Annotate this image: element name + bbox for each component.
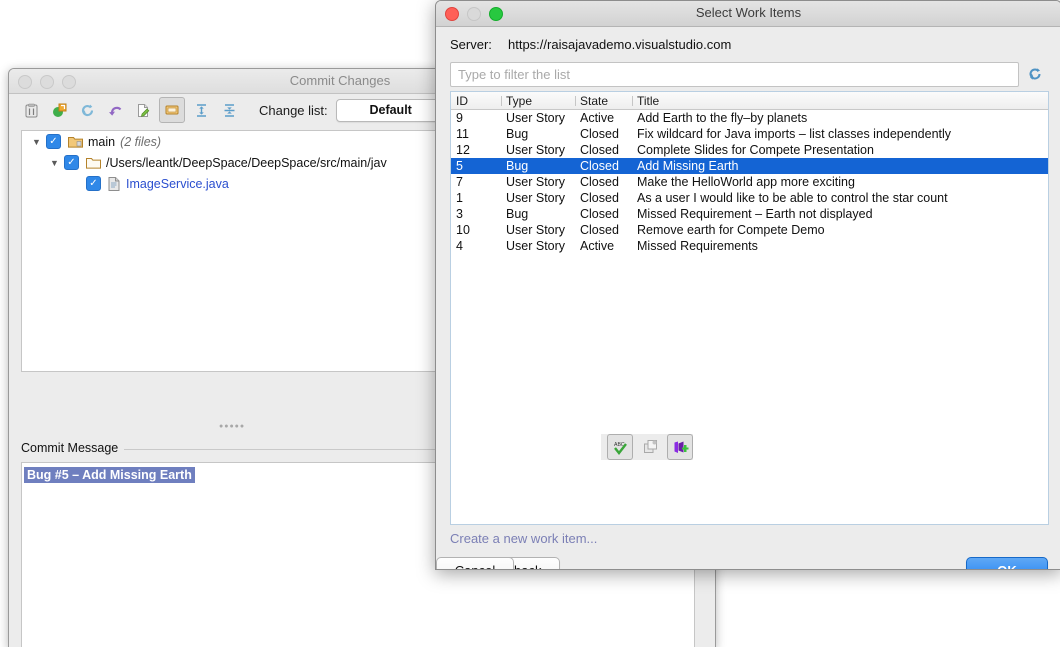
filter-input[interactable]: Type to filter the list [450, 62, 1019, 87]
cell-title: Missed Requirements [632, 239, 1048, 253]
server-url: https://raisajavademo.visualstudio.com [508, 37, 731, 52]
cell-state: Closed [575, 143, 632, 157]
cell-id: 3 [451, 207, 501, 221]
refresh-icon[interactable] [1024, 62, 1046, 85]
cell-title: Add Missing Earth [632, 159, 1048, 173]
cell-type: Bug [501, 127, 575, 141]
table-row[interactable]: 4User StoryActiveMissed Requirements [451, 238, 1048, 254]
table-row[interactable]: 5BugClosedAdd Missing Earth [451, 158, 1048, 174]
ok-button[interactable]: OK [966, 557, 1048, 570]
cell-type: User Story [501, 223, 575, 237]
cell-title: Make the HelloWorld app more exciting [632, 175, 1048, 189]
cell-state: Closed [575, 191, 632, 205]
file-name[interactable]: ImageService.java [126, 177, 229, 191]
changelist-control: Change list: Default ▴▾ [259, 99, 446, 122]
cancel-button-label: Cancel [455, 563, 495, 570]
column-header-id[interactable]: ID [451, 94, 501, 108]
changelist-value: Default [369, 103, 411, 117]
table-row[interactable]: 1User StoryClosedAs a user I would like … [451, 190, 1048, 206]
cell-type: User Story [501, 143, 575, 157]
java-file-icon [108, 177, 120, 191]
cell-type: User Story [501, 175, 575, 189]
spellcheck-icon[interactable]: ABC [607, 434, 633, 460]
splitter-grip[interactable]: ●●●●● [219, 423, 245, 430]
cell-id: 10 [451, 223, 501, 237]
cell-type: Bug [501, 207, 575, 221]
cell-id: 4 [451, 239, 501, 253]
screen: Commit Changes [0, 0, 1060, 647]
cell-title: As a user I would like to be able to con… [632, 191, 1048, 205]
disclosure-triangle-icon[interactable]: ▼ [50, 158, 64, 168]
cell-id: 11 [451, 127, 501, 141]
changelist-name: main [88, 135, 115, 149]
cell-state: Closed [575, 223, 632, 237]
cell-type: User Story [501, 239, 575, 253]
checkbox-directory[interactable]: ✓ [64, 155, 79, 170]
commit-message-label: Commit Message [21, 441, 124, 455]
cancel-button[interactable]: Cancel [436, 557, 514, 570]
cell-state: Closed [575, 127, 632, 141]
changelist-select[interactable]: Default ▴▾ [336, 99, 446, 122]
directory-path: /Users/leantk/DeepSpace/DeepSpace/src/ma… [106, 156, 387, 170]
dialog-body: Server: https://raisajavademo.visualstud… [436, 27, 1060, 570]
table-row[interactable]: 11BugClosedFix wildcard for Java imports… [451, 126, 1048, 142]
table-row[interactable]: 12User StoryClosedComplete Slides for Co… [451, 142, 1048, 158]
cell-type: User Story [501, 111, 575, 125]
dialog-title: Select Work Items [436, 5, 1060, 20]
collapse-all-icon[interactable] [217, 98, 241, 122]
work-items-table[interactable]: ID Type State Title 9User StoryActiveAdd… [450, 91, 1049, 525]
changelist-label: Change list: [259, 103, 328, 118]
column-header-type[interactable]: Type [501, 94, 575, 108]
filter-placeholder: Type to filter the list [458, 67, 570, 82]
cell-state: Closed [575, 207, 632, 221]
expand-all-icon[interactable] [189, 98, 213, 122]
cell-id: 1 [451, 191, 501, 205]
checkbox-changelist[interactable]: ✓ [46, 134, 61, 149]
folder-icon [86, 156, 101, 169]
commit-message-value: Bug #5 – Add Missing Earth [24, 467, 195, 483]
cell-state: Closed [575, 175, 632, 189]
ok-button-label: OK [997, 563, 1017, 570]
table-body: 9User StoryActiveAdd Earth to the fly–by… [451, 110, 1048, 254]
refresh-icon[interactable] [19, 98, 43, 122]
cell-title: Missed Requirement – Earth not displayed [632, 207, 1048, 221]
column-header-state[interactable]: State [575, 94, 632, 108]
work-item-icon[interactable] [667, 434, 693, 460]
commit-message-toolbar: ABC [601, 434, 693, 460]
server-label: Server: [450, 37, 508, 52]
cell-title: Add Earth to the fly–by planets [632, 111, 1048, 125]
changelist-file-count: (2 files) [120, 135, 161, 149]
changelist-folder-icon [68, 135, 83, 148]
history-icon[interactable] [638, 434, 662, 458]
cell-state: Active [575, 239, 632, 253]
cell-type: User Story [501, 191, 575, 205]
cell-title: Fix wildcard for Java imports – list cla… [632, 127, 1048, 141]
table-row[interactable]: 9User StoryActiveAdd Earth to the fly–by… [451, 110, 1048, 126]
disclosure-triangle-icon[interactable]: ▼ [32, 137, 46, 147]
table-row[interactable]: 10User StoryClosedRemove earth for Compe… [451, 222, 1048, 238]
cell-title: Remove earth for Compete Demo [632, 223, 1048, 237]
revert-icon[interactable] [103, 98, 127, 122]
dialog-titlebar[interactable]: Select Work Items [436, 1, 1060, 27]
group-by-directory-icon[interactable] [159, 97, 185, 123]
table-header-row: ID Type State Title [451, 92, 1048, 110]
table-row[interactable]: 3BugClosedMissed Requirement – Earth not… [451, 206, 1048, 222]
cell-type: Bug [501, 159, 575, 173]
cell-id: 12 [451, 143, 501, 157]
server-row: Server: https://raisajavademo.visualstud… [450, 37, 731, 52]
cell-id: 5 [451, 159, 501, 173]
commit-push-icon[interactable] [47, 98, 71, 122]
cell-title: Complete Slides for Compete Presentation [632, 143, 1048, 157]
cell-state: Active [575, 111, 632, 125]
rollback-icon[interactable] [75, 98, 99, 122]
select-work-items-dialog[interactable]: Select Work Items Server: https://raisaj… [435, 0, 1060, 570]
cell-id: 7 [451, 175, 501, 189]
cell-state: Closed [575, 159, 632, 173]
table-row[interactable]: 7User StoryClosedMake the HelloWorld app… [451, 174, 1048, 190]
cell-id: 9 [451, 111, 501, 125]
create-work-item-link[interactable]: Create a new work item... [450, 531, 597, 546]
checkbox-file[interactable]: ✓ [86, 176, 101, 191]
column-header-title[interactable]: Title [632, 94, 1048, 108]
edit-source-icon[interactable] [131, 98, 155, 122]
